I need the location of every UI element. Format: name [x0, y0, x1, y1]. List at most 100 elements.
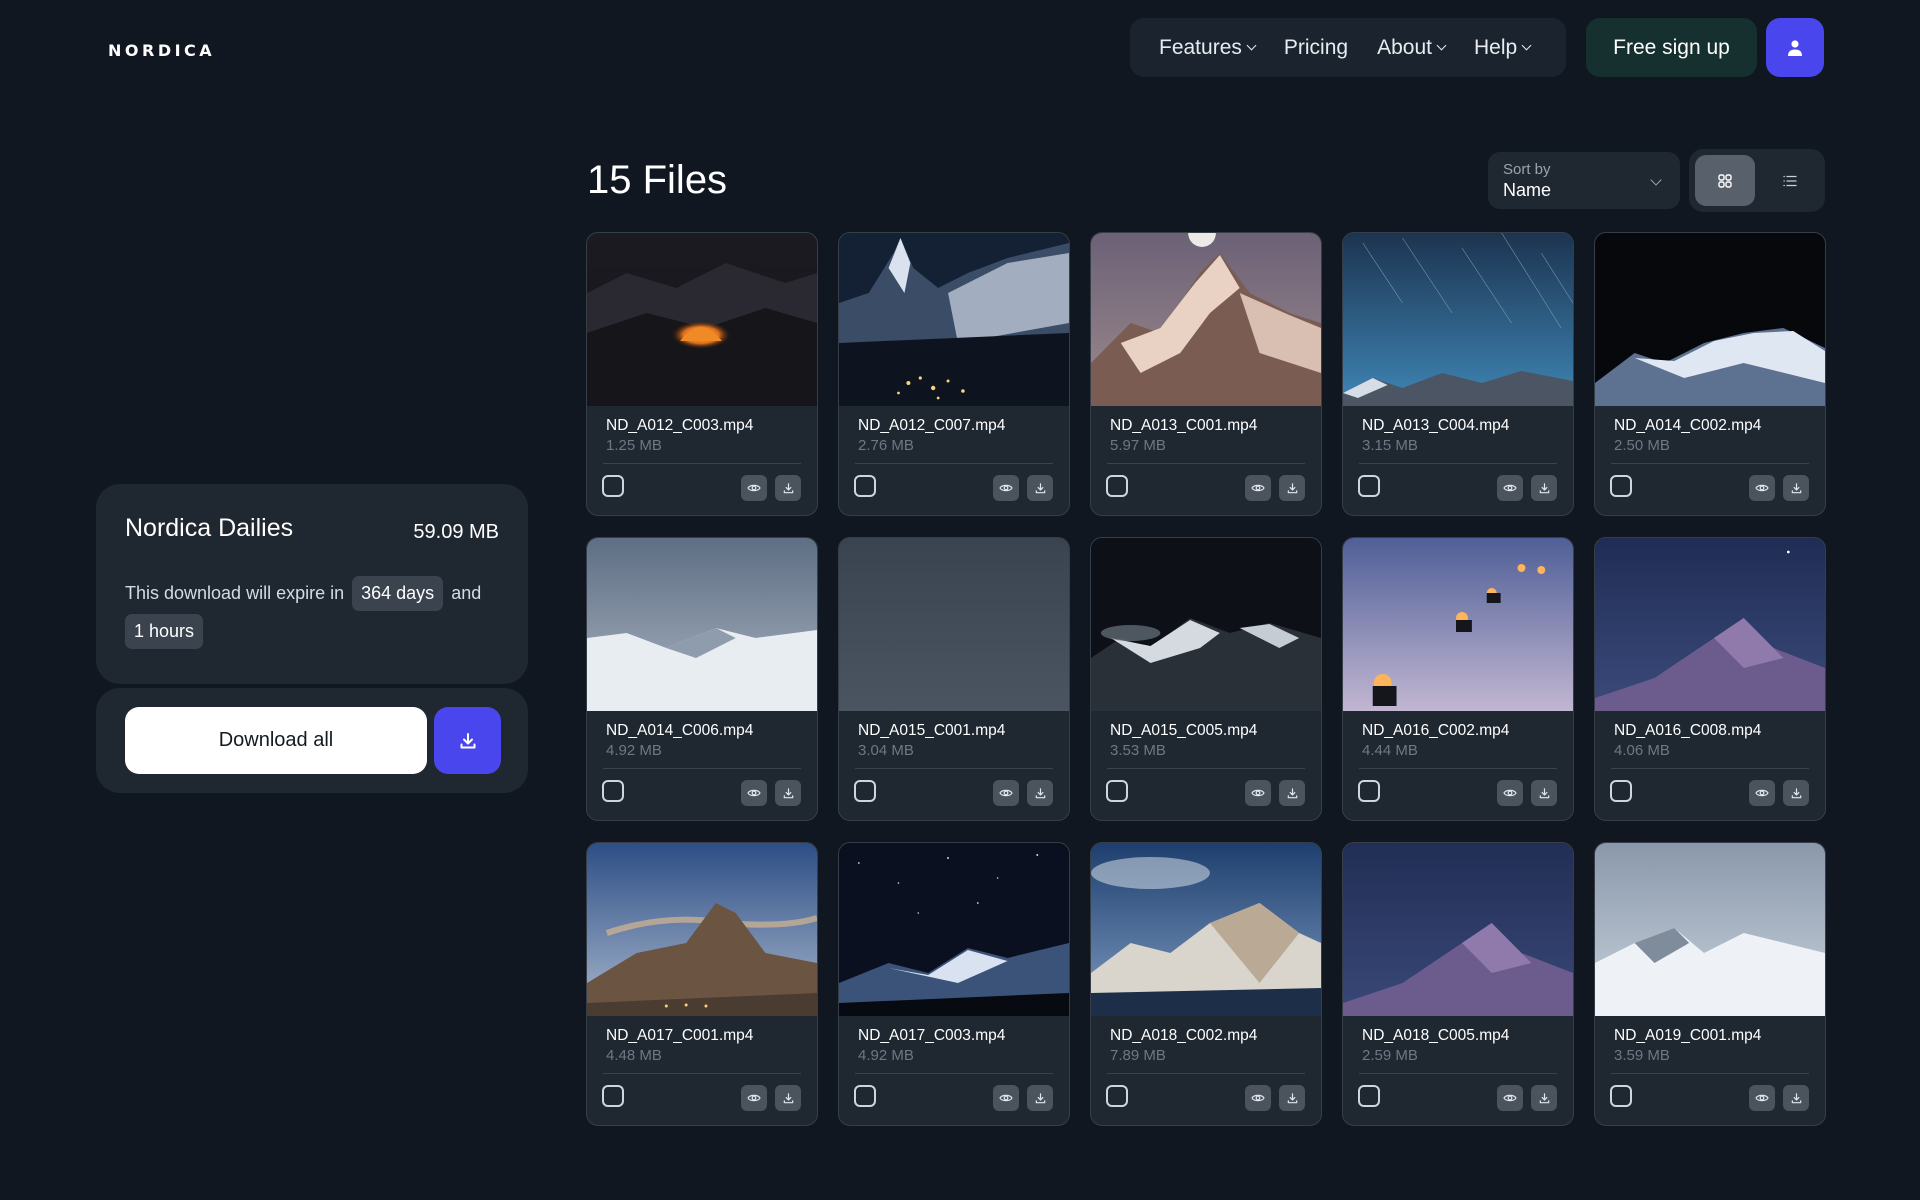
file-thumbnail[interactable] — [1343, 538, 1573, 711]
nav-item-about[interactable]: About — [1377, 36, 1447, 60]
file-select-checkbox[interactable] — [602, 475, 624, 497]
file-select-checkbox[interactable] — [1610, 1085, 1632, 1107]
download-file-button[interactable] — [1279, 1085, 1305, 1111]
download-all-icon-button[interactable] — [434, 707, 501, 774]
download-file-button[interactable] — [775, 1085, 801, 1111]
preview-button[interactable] — [741, 780, 767, 806]
preview-button[interactable] — [1749, 475, 1775, 501]
file-card[interactable]: ND_A014_C002.mp4 2.50 MB — [1594, 232, 1826, 516]
file-card[interactable]: ND_A018_C002.mp4 7.89 MB — [1090, 842, 1322, 1126]
file-select-checkbox[interactable] — [1106, 780, 1128, 802]
file-grid: ND_A012_C003.mp4 1.25 MB ND_A012_C007.mp4 2… — [586, 232, 1826, 1127]
nav-item-label: Features — [1159, 35, 1242, 59]
preview-button[interactable] — [1497, 780, 1523, 806]
download-file-button[interactable] — [1279, 475, 1305, 501]
file-name: ND_A015_C001.mp4 — [858, 722, 1006, 739]
file-card[interactable]: ND_A017_C003.mp4 4.92 MB — [838, 842, 1070, 1126]
preview-button[interactable] — [1245, 1085, 1271, 1111]
file-card[interactable]: ND_A012_C007.mp4 2.76 MB — [838, 232, 1070, 516]
download-file-button[interactable] — [1531, 780, 1557, 806]
file-thumbnail[interactable] — [1595, 843, 1825, 1016]
file-card[interactable]: ND_A015_C005.mp4 3.53 MB — [1090, 537, 1322, 821]
file-select-checkbox[interactable] — [602, 780, 624, 802]
download-file-button[interactable] — [1531, 475, 1557, 501]
file-size: 3.15 MB — [1362, 437, 1418, 454]
file-card[interactable]: ND_A013_C001.mp4 5.97 MB — [1090, 232, 1322, 516]
file-select-checkbox[interactable] — [1358, 780, 1380, 802]
preview-button[interactable] — [993, 1085, 1019, 1111]
file-select-checkbox[interactable] — [1106, 1085, 1128, 1107]
download-file-button[interactable] — [775, 780, 801, 806]
file-thumbnail[interactable] — [587, 538, 817, 711]
preview-button[interactable] — [1245, 475, 1271, 501]
main-nav: Features Pricing About Help — [1130, 18, 1566, 77]
preview-button[interactable] — [1749, 780, 1775, 806]
download-all-button[interactable]: Download all — [125, 707, 427, 774]
brand-logo[interactable]: NORDICA — [108, 41, 215, 60]
file-card[interactable]: ND_A013_C004.mp4 3.15 MB — [1342, 232, 1574, 516]
file-thumbnail[interactable] — [587, 233, 817, 406]
file-card[interactable]: ND_A016_C008.mp4 4.06 MB — [1594, 537, 1826, 821]
file-name: ND_A017_C001.mp4 — [606, 1027, 754, 1044]
preview-button[interactable] — [1497, 1085, 1523, 1111]
file-thumbnail[interactable] — [1091, 843, 1321, 1016]
file-select-checkbox[interactable] — [1610, 475, 1632, 497]
transfer-info-card: Nordica Dailies 59.09 MB This download w… — [96, 484, 528, 684]
file-select-checkbox[interactable] — [1106, 475, 1128, 497]
download-file-button[interactable] — [1027, 1085, 1053, 1111]
user-icon — [1788, 39, 1802, 56]
file-thumbnail[interactable] — [1343, 233, 1573, 406]
file-select-checkbox[interactable] — [602, 1085, 624, 1107]
file-card[interactable]: ND_A018_C005.mp4 2.59 MB — [1342, 842, 1574, 1126]
preview-button[interactable] — [1497, 475, 1523, 501]
file-thumbnail[interactable] — [587, 843, 817, 1016]
file-card[interactable]: ND_A014_C006.mp4 4.92 MB — [586, 537, 818, 821]
preview-button[interactable] — [1245, 780, 1271, 806]
file-thumbnail[interactable] — [1091, 233, 1321, 406]
download-file-button[interactable] — [1027, 475, 1053, 501]
download-file-button[interactable] — [1783, 780, 1809, 806]
preview-button[interactable] — [993, 780, 1019, 806]
download-file-button[interactable] — [1783, 1085, 1809, 1111]
sort-dropdown[interactable]: Sort by Name — [1488, 152, 1680, 209]
file-select-checkbox[interactable] — [854, 1085, 876, 1107]
download-file-button[interactable] — [1279, 780, 1305, 806]
file-thumbnail[interactable] — [1595, 233, 1825, 406]
preview-button[interactable] — [1749, 1085, 1775, 1111]
nav-item-features[interactable]: Features — [1159, 35, 1257, 60]
free-signup-button[interactable]: Free sign up — [1586, 18, 1757, 77]
file-card[interactable]: ND_A016_C002.mp4 4.44 MB — [1342, 537, 1574, 821]
download-file-button[interactable] — [1027, 780, 1053, 806]
file-thumbnail[interactable] — [1091, 538, 1321, 711]
eye-icon — [1755, 1094, 1769, 1102]
preview-button[interactable] — [993, 475, 1019, 501]
file-card[interactable]: ND_A017_C001.mp4 4.48 MB — [586, 842, 818, 1126]
file-select-checkbox[interactable] — [1358, 475, 1380, 497]
file-card[interactable]: ND_A019_C001.mp4 3.59 MB — [1594, 842, 1826, 1126]
file-thumbnail[interactable] — [839, 843, 1069, 1016]
preview-button[interactable] — [741, 475, 767, 501]
file-select-checkbox[interactable] — [854, 475, 876, 497]
file-thumbnail[interactable] — [839, 538, 1069, 711]
eye-icon — [999, 484, 1013, 492]
file-thumbnail[interactable] — [1343, 843, 1573, 1016]
file-select-checkbox[interactable] — [854, 780, 876, 802]
file-thumbnail[interactable] — [839, 233, 1069, 406]
preview-button[interactable] — [741, 1085, 767, 1111]
file-card[interactable]: ND_A015_C001.mp4 3.04 MB — [838, 537, 1070, 821]
download-file-button[interactable] — [1783, 475, 1809, 501]
list-view-button[interactable] — [1760, 155, 1820, 206]
file-card[interactable]: ND_A012_C003.mp4 1.25 MB — [586, 232, 818, 516]
file-select-checkbox[interactable] — [1610, 780, 1632, 802]
grid-view-button[interactable] — [1695, 155, 1755, 206]
chevron-down-icon — [1521, 40, 1532, 51]
download-file-button[interactable] — [1531, 1085, 1557, 1111]
file-select-checkbox[interactable] — [1358, 1085, 1380, 1107]
user-account-button[interactable] — [1766, 18, 1824, 77]
nav-item-help[interactable]: Help — [1474, 36, 1532, 60]
nav-item-pricing[interactable]: Pricing — [1284, 36, 1348, 60]
download-file-button[interactable] — [775, 475, 801, 501]
file-thumbnail[interactable] — [1595, 538, 1825, 711]
divider — [1611, 463, 1809, 464]
download-icon — [1539, 1092, 1549, 1103]
